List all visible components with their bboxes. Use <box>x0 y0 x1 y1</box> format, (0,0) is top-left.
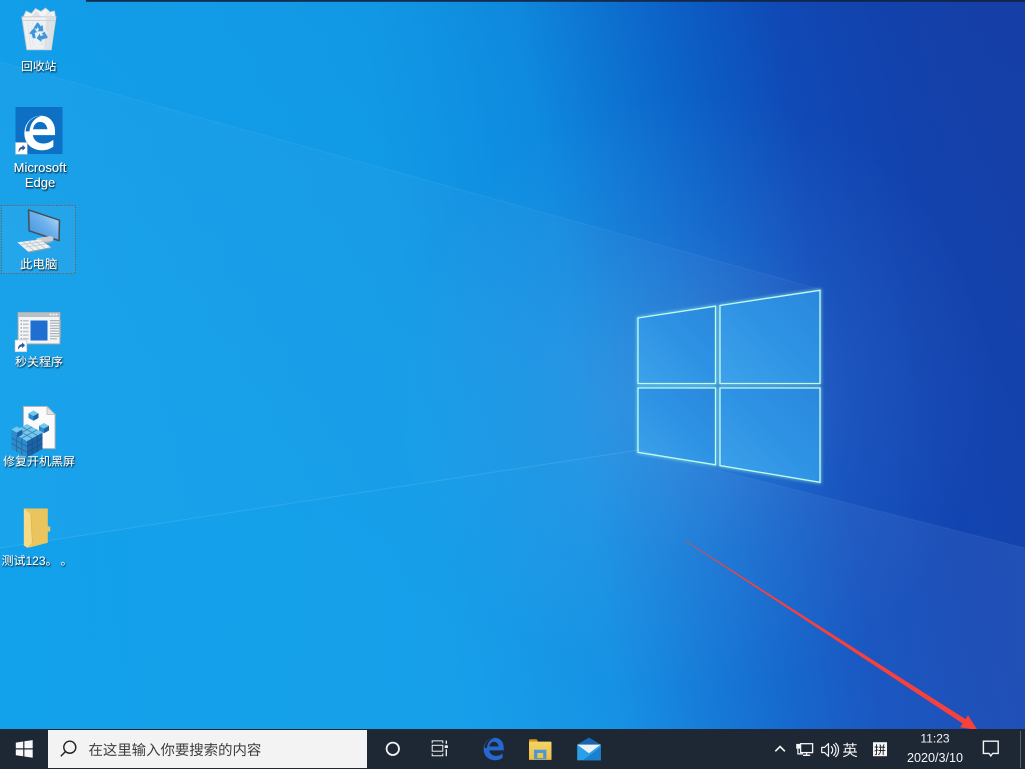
svg-text:123: 123 <box>25 554 45 568</box>
svg-text:Microsoft: Microsoft <box>14 160 67 175</box>
svg-text:2020/3/10: 2020/3/10 <box>907 751 963 765</box>
svg-text:Edge: Edge <box>25 175 55 190</box>
svg-text:11:23: 11:23 <box>920 732 949 746</box>
